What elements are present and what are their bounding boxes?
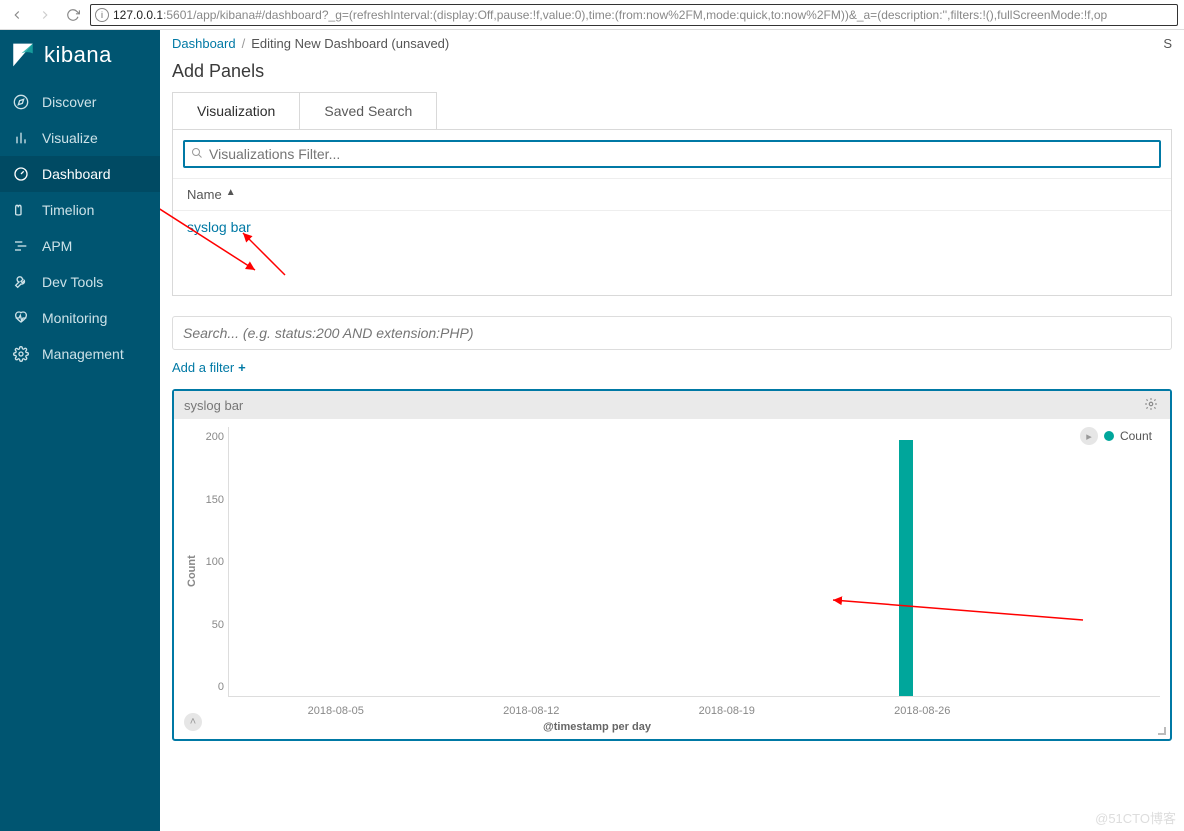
logo-text: kibana (44, 42, 112, 68)
sidebar-item-label: Visualize (42, 130, 98, 146)
breadcrumb-current: Editing New Dashboard (unsaved) (251, 36, 449, 51)
breadcrumb: Dashboard / Editing New Dashboard (unsav… (160, 30, 1184, 55)
viz-panel-title: syslog bar (184, 398, 243, 413)
kibana-logo-icon (10, 42, 36, 68)
reload-button[interactable] (62, 4, 84, 26)
browser-toolbar: i 127.0.0.1:5601/app/kibana#/dashboard?_… (0, 0, 1184, 30)
y-axis-label: Count (184, 427, 200, 715)
table-header[interactable]: Name ▲ (173, 178, 1171, 211)
sidebar: kibana Discover Visualize Dashboard Time… (0, 30, 160, 831)
add-filter-label: Add a filter (172, 360, 234, 375)
sidebar-item-timelion[interactable]: Timelion (0, 192, 160, 228)
sort-asc-icon: ▲ (226, 187, 236, 202)
main-content: Dashboard / Editing New Dashboard (unsav… (160, 30, 1184, 831)
plus-icon: + (238, 360, 246, 375)
viz-panel: syslog bar Count 200 150 100 50 0 (172, 389, 1172, 741)
url-rest: :5601/app/kibana#/dashboard?_g=(refreshI… (163, 8, 1107, 22)
breadcrumb-sep: / (242, 36, 246, 51)
sidebar-item-apm[interactable]: APM (0, 228, 160, 264)
sidebar-item-label: Timelion (42, 202, 94, 218)
visualizations-filter-input[interactable] (209, 146, 1153, 162)
visualizations-filter[interactable] (183, 140, 1161, 168)
sidebar-item-dashboard[interactable]: Dashboard (0, 156, 160, 192)
sidebar-item-monitoring[interactable]: Monitoring (0, 300, 160, 336)
sidebar-item-label: Monitoring (42, 310, 107, 326)
chart: Count 200 150 100 50 0 ▸ Count 2018 (174, 419, 1170, 739)
viz-panel-header: syslog bar (174, 391, 1170, 419)
gauge-icon (12, 165, 30, 183)
x-axis-label: @timestamp per day (174, 721, 1020, 733)
bar-count[interactable] (899, 440, 913, 696)
logo[interactable]: kibana (0, 30, 160, 84)
sidebar-item-label: Management (42, 346, 124, 362)
legend-label: Count (1120, 429, 1152, 443)
url-bar[interactable]: i 127.0.0.1:5601/app/kibana#/dashboard?_… (90, 4, 1178, 26)
collapse-icon[interactable]: ˄ (184, 713, 202, 731)
page-title: Add Panels (172, 61, 1172, 82)
tabs: Visualization Saved Search (172, 92, 437, 129)
query-bar[interactable] (172, 316, 1172, 350)
bar-chart-icon (12, 129, 30, 147)
sidebar-item-label: Dev Tools (42, 274, 103, 290)
sidebar-item-management[interactable]: Management (0, 336, 160, 372)
table-row: syslog bar (173, 211, 1171, 245)
sidebar-item-label: APM (42, 238, 72, 254)
legend: ▸ Count (1080, 427, 1152, 445)
apm-icon (12, 237, 30, 255)
legend-toggle-icon[interactable]: ▸ (1080, 427, 1098, 445)
gear-icon (12, 345, 30, 363)
watermark: @51CTO博客 (1095, 808, 1176, 827)
tab-saved-search[interactable]: Saved Search (300, 93, 436, 129)
forward-button[interactable] (34, 4, 56, 26)
info-icon: i (95, 8, 109, 22)
wrench-icon (12, 273, 30, 291)
y-ticks: 200 150 100 50 0 (200, 427, 228, 715)
sidebar-item-visualize[interactable]: Visualize (0, 120, 160, 156)
sidebar-item-label: Discover (42, 94, 96, 110)
sidebar-item-devtools[interactable]: Dev Tools (0, 264, 160, 300)
sidebar-item-discover[interactable]: Discover (0, 84, 160, 120)
x-ticks: 2018-08-05 2018-08-12 2018-08-19 2018-08… (238, 705, 1020, 717)
resize-handle[interactable] (1156, 725, 1166, 735)
tab-visualization[interactable]: Visualization (173, 93, 300, 129)
legend-color-dot (1104, 431, 1114, 441)
timelion-icon (12, 201, 30, 219)
search-icon (191, 147, 203, 162)
url-host: 127.0.0.1 (113, 8, 163, 22)
breadcrumb-root[interactable]: Dashboard (172, 36, 236, 51)
compass-icon (12, 93, 30, 111)
breadcrumb-right: S (1163, 36, 1172, 51)
plot-area[interactable] (228, 427, 1160, 697)
add-filter-link[interactable]: Add a filter + (160, 350, 1184, 385)
col-name: Name (187, 187, 222, 202)
heartbeat-icon (12, 309, 30, 327)
query-input[interactable] (173, 317, 1171, 349)
sidebar-item-label: Dashboard (42, 166, 111, 182)
viz-link-syslog-bar[interactable]: syslog bar (187, 219, 251, 235)
back-button[interactable] (6, 4, 28, 26)
panel-gear-icon[interactable] (1144, 397, 1160, 413)
